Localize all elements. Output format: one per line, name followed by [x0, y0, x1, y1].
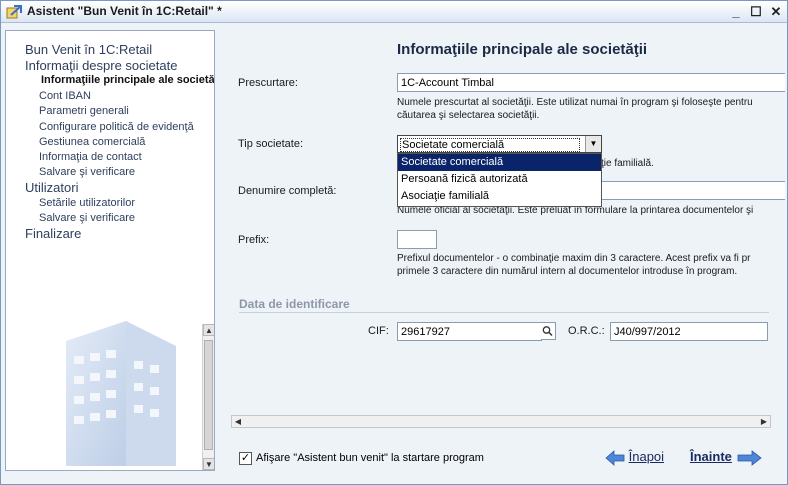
tip-societate-select[interactable]: Societate comercială ▼: [397, 135, 602, 153]
tip-societate-value: Societate comercială: [400, 138, 580, 152]
back-button[interactable]: Înapoi: [605, 449, 664, 469]
title-bar: Asistent "Bun Venit în 1C:Retail" * _ ☐ …: [1, 1, 787, 23]
back-button-label: Înapoi: [628, 449, 665, 464]
option-societate-comerciala[interactable]: Societate comercială: [398, 154, 601, 171]
cif-input[interactable]: 29617927: [397, 322, 542, 341]
prescurtare-input[interactable]: 1C-Account Timbal: [397, 73, 785, 92]
option-persoana-fizica[interactable]: Persoană fizică autorizată: [398, 171, 601, 188]
option-asociatie-familiala[interactable]: Asociaţie familială: [398, 188, 601, 205]
maximize-button[interactable]: ☐: [747, 4, 765, 20]
prefix-label: Prefix:: [238, 234, 270, 246]
wizard-window: Asistent "Bun Venit în 1C:Retail" * _ ☐ …: [0, 0, 788, 485]
window-title: Asistent "Bun Venit în 1C:Retail" *: [27, 4, 222, 18]
step-general-parameters[interactable]: Parametri generali: [39, 105, 129, 117]
scroll-down-icon[interactable]: ▼: [203, 458, 214, 470]
prefix-hint-line1: Prefixul documentelor - o combinaţie max…: [397, 253, 751, 264]
step-users[interactable]: Utilizatori: [25, 180, 78, 195]
step-user-settings[interactable]: Setările utilizatorilor: [39, 197, 135, 209]
content-horizontal-scrollbar[interactable]: ◀ ▶: [231, 415, 771, 428]
step-commercial-management[interactable]: Gestiunea comercială: [39, 136, 145, 148]
next-button[interactable]: Înainte: [690, 449, 762, 469]
prescurtare-hint-line1: Numele prescurtat al societăţii. Este ut…: [397, 97, 753, 108]
prefix-input[interactable]: [397, 230, 437, 249]
steps-pane: Bun Venit în 1C:Retail Informaţii despre…: [5, 30, 215, 471]
show-on-startup-label: Afişare "Asistent bun venit" la startare…: [256, 452, 484, 464]
step-company-main-info[interactable]: Informaţiile principale ale societăţii: [41, 74, 214, 86]
step-company-info[interactable]: Informaţii despre societate: [25, 58, 177, 73]
show-on-startup-checkbox[interactable]: ✓: [239, 452, 252, 465]
step-iban-account[interactable]: Cont IBAN: [39, 90, 91, 102]
scroll-thumb[interactable]: [204, 340, 213, 450]
content-pane: Informaţiile principale ale societăţii P…: [219, 30, 785, 428]
step-save-verify-company[interactable]: Salvare şi verificare: [39, 166, 135, 178]
step-contact-info[interactable]: Informaţia de contact: [39, 151, 142, 163]
orc-label: O.R.C.:: [568, 325, 605, 337]
section-divider: [239, 312, 769, 313]
scroll-left-icon[interactable]: ◀: [232, 416, 244, 427]
prefix-hint-line2: primele 3 caractere din numărul intern a…: [397, 266, 738, 277]
arrow-left-icon: [605, 449, 625, 466]
tip-societate-hint: ţie familială.: [601, 158, 654, 169]
orc-input[interactable]: J40/997/2012: [610, 322, 768, 341]
search-icon: [542, 326, 553, 337]
step-save-verify-users[interactable]: Salvare şi verificare: [39, 212, 135, 224]
close-button[interactable]: ✕: [767, 4, 785, 20]
step-accounting-policy[interactable]: Configurare politică de evidenţă: [39, 121, 194, 133]
steps-vertical-scrollbar[interactable]: ▲ ▼: [202, 324, 214, 470]
page-title: Informaţiile principale ale societăţii: [397, 41, 648, 58]
next-button-label: Înainte: [690, 449, 732, 464]
tip-societate-label: Tip societate:: [238, 138, 304, 150]
wizard-app-icon: [6, 5, 22, 19]
step-finish[interactable]: Finalizare: [25, 226, 81, 241]
cif-search-button[interactable]: [541, 322, 556, 340]
prescurtare-hint-line2: căutarea şi selectarea societăţii.: [397, 110, 540, 121]
wizard-footer: ✓ Afişare "Asistent bun venit" la starta…: [219, 441, 785, 477]
prescurtare-label: Prescurtare:: [238, 77, 298, 89]
chevron-down-icon[interactable]: ▼: [585, 136, 601, 152]
cif-label: CIF:: [368, 325, 389, 337]
identification-section-title: Data de identificare: [239, 297, 350, 311]
tip-societate-dropdown: Societate comercială Persoană fizică aut…: [397, 153, 602, 207]
denumire-label: Denumire completă:: [238, 185, 337, 197]
scroll-right-icon[interactable]: ▶: [758, 416, 770, 427]
scroll-up-icon[interactable]: ▲: [203, 324, 214, 336]
step-welcome[interactable]: Bun Venit în 1C:Retail: [25, 42, 152, 57]
minimize-button[interactable]: _: [727, 4, 745, 20]
building-illustration: [66, 321, 176, 466]
arrow-right-icon: [737, 449, 762, 466]
